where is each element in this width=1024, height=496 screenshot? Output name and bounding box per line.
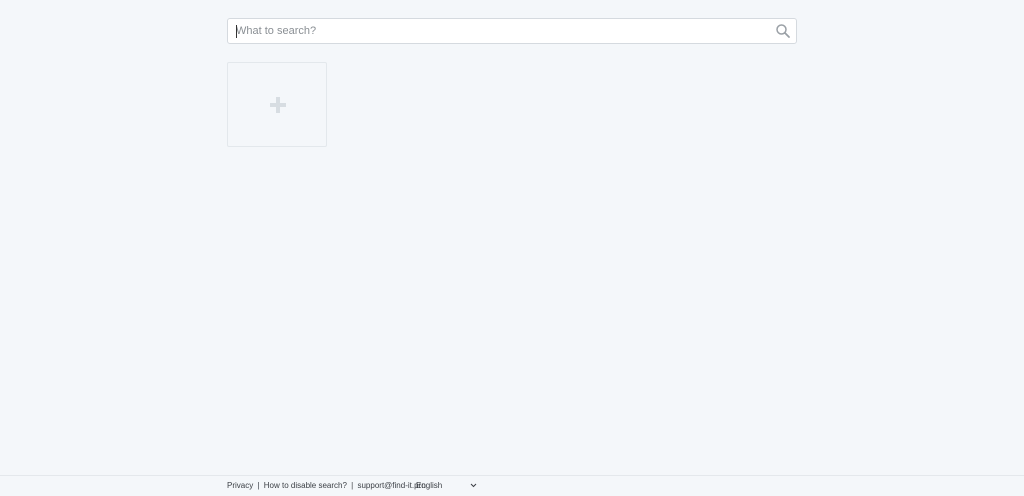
footer: Privacy | How to disable search? | suppo… [0, 475, 1024, 496]
footer-links: Privacy | How to disable search? | suppo… [227, 481, 426, 490]
search-input[interactable] [228, 19, 768, 43]
new-tab-page: Privacy | How to disable search? | suppo… [0, 0, 1024, 496]
language-select[interactable]: English [413, 480, 479, 492]
disable-search-link[interactable]: How to disable search? [264, 481, 347, 490]
language-selected-value: English [416, 481, 443, 490]
footer-separator: | [257, 481, 260, 490]
search-box [227, 18, 797, 44]
text-caret [236, 25, 237, 38]
plus-icon [270, 97, 286, 113]
add-shortcut-tile[interactable] [227, 62, 327, 147]
search-icon[interactable] [775, 23, 791, 39]
footer-separator: | [351, 481, 354, 490]
privacy-link[interactable]: Privacy [227, 481, 253, 490]
chevron-down-icon [470, 482, 477, 489]
